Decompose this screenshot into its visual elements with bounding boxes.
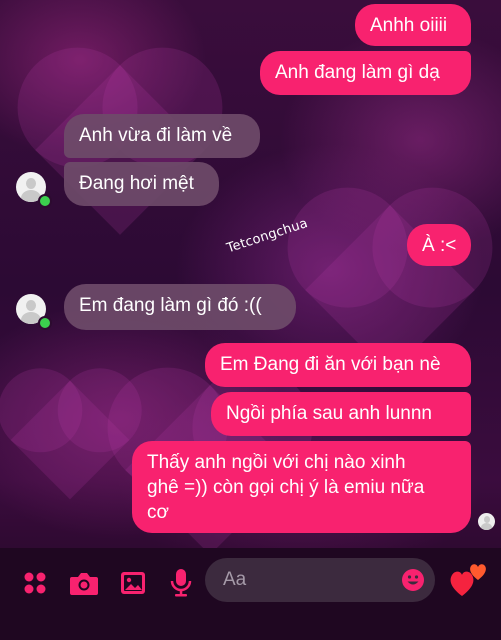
avatar-head bbox=[26, 300, 36, 311]
message-bubble-incoming[interactable]: Em đang làm gì đó :(( bbox=[64, 284, 296, 330]
message-input[interactable]: Aa bbox=[205, 558, 435, 602]
online-status-dot bbox=[38, 316, 52, 330]
avatar-head bbox=[26, 178, 36, 189]
message-text-line: cơ bbox=[147, 502, 169, 523]
message-bubble-outgoing[interactable]: Anhh oiiii bbox=[355, 4, 471, 46]
message-text: Em đang làm gì đó :(( bbox=[79, 295, 262, 316]
message-text-line: Thấy anh ngồi với chị nào xinh bbox=[147, 452, 406, 473]
message-text: Anhh oiiii bbox=[370, 15, 448, 36]
message-bubble-outgoing[interactable]: À :< bbox=[407, 224, 471, 266]
message-bubble-outgoing[interactable]: Ngồi phía sau anh lunnn bbox=[211, 392, 471, 436]
message-text: À :< bbox=[422, 235, 457, 256]
message-bubble-incoming[interactable]: Anh vừa đi làm về bbox=[64, 114, 260, 158]
microphone-icon[interactable] bbox=[170, 568, 192, 598]
message-text: Đang hơi mệt bbox=[79, 173, 194, 194]
message-text: Em Đang đi ăn với bạn nè bbox=[220, 354, 441, 375]
background-heart bbox=[10, 380, 130, 500]
message-text: Anh vừa đi làm về bbox=[79, 125, 233, 146]
online-status-dot bbox=[38, 194, 52, 208]
message-text-line: ghê =)) còn gọi chị ý là emiu nữa bbox=[147, 477, 425, 498]
message-text: Ngồi phía sau anh lunnn bbox=[226, 403, 432, 424]
message-bubble-incoming[interactable]: Đang hơi mệt bbox=[64, 162, 219, 206]
message-input-placeholder: Aa bbox=[223, 569, 247, 590]
hearts-icon[interactable] bbox=[448, 560, 492, 600]
emoji-icon[interactable] bbox=[401, 568, 425, 592]
message-bubble-outgoing[interactable]: Anh đang làm gì dạ bbox=[260, 51, 471, 95]
seen-receipt-avatar bbox=[478, 513, 495, 530]
message-bubble-outgoing[interactable]: Thấy anh ngồi với chị nào xinh ghê =)) c… bbox=[132, 441, 471, 533]
apps-icon[interactable] bbox=[22, 570, 48, 596]
message-text: Anh đang làm gì dạ bbox=[275, 62, 440, 83]
camera-icon[interactable] bbox=[69, 569, 99, 597]
message-bubble-outgoing[interactable]: Em Đang đi ăn với bạn nè bbox=[205, 343, 471, 387]
composer-toolbar: Aa bbox=[0, 548, 501, 640]
gallery-icon[interactable] bbox=[119, 569, 147, 597]
